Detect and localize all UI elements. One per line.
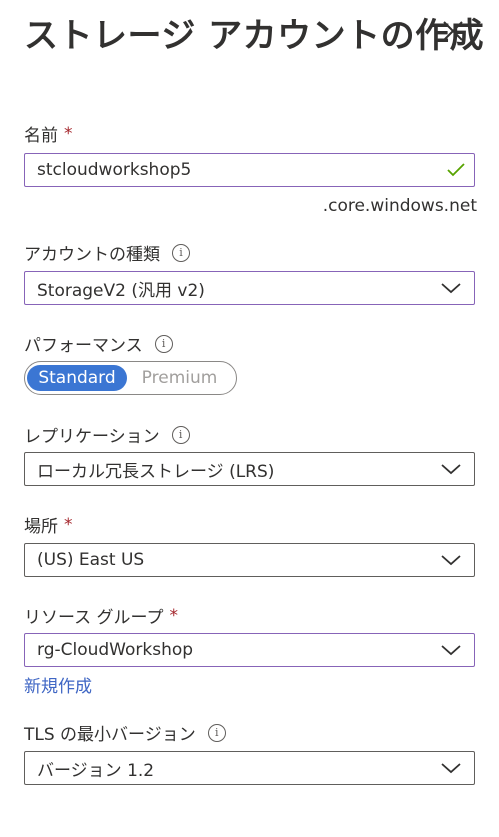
tls-label-text: TLS の最小バージョン	[24, 725, 196, 745]
performance-label-text: パフォーマンス	[24, 336, 143, 356]
page-title: ストレージ アカウントの作成	[24, 16, 485, 56]
info-icon[interactable]: i	[172, 243, 190, 262]
info-icon[interactable]: i	[171, 425, 190, 444]
location-label: 場所 *	[24, 512, 73, 538]
replication-dropdown[interactable]: ローカル冗長ストレージ (LRS)	[24, 452, 475, 486]
name-label: 名前 *	[24, 121, 73, 147]
chevron-down-icon	[441, 645, 461, 656]
info-icon[interactable]: i	[207, 723, 226, 742]
required-mark: *	[64, 514, 73, 535]
resource-group-value: rg-CloudWorkshop	[37, 640, 194, 660]
name-input-value[interactable]: stcloudworkshop5	[37, 160, 446, 180]
required-mark: *	[169, 605, 179, 626]
chevron-down-icon	[441, 763, 461, 774]
tls-version-dropdown[interactable]: バージョン 1.2	[24, 751, 475, 785]
location-value: (US) East US	[37, 550, 145, 570]
account-kind-value: StorageV2 (汎用 v2)	[37, 280, 205, 301]
resource-group-label: リソース グループ *	[24, 603, 179, 629]
performance-label: パフォーマンス i	[24, 331, 173, 356]
tls-version-value: バージョン 1.2	[37, 760, 155, 781]
close-icon	[443, 21, 463, 41]
chevron-down-icon	[441, 283, 461, 294]
required-mark: *	[64, 123, 73, 144]
account-kind-label: アカウントの種類 i	[24, 240, 190, 265]
resource-group-dropdown[interactable]: rg-CloudWorkshop	[24, 633, 475, 667]
name-input[interactable]: stcloudworkshop5	[24, 153, 475, 187]
check-icon	[447, 163, 465, 177]
performance-option-standard[interactable]: Standard	[27, 365, 127, 391]
location-dropdown[interactable]: (US) East US	[24, 543, 475, 577]
name-label-text: 名前	[24, 126, 58, 146]
resource-group-label-text: リソース グループ	[24, 608, 164, 628]
create-new-resource-group-link[interactable]: 新規作成	[24, 672, 92, 697]
account-kind-dropdown[interactable]: StorageV2 (汎用 v2)	[24, 271, 475, 305]
replication-value: ローカル冗長ストレージ (LRS)	[37, 461, 275, 482]
performance-option-premium[interactable]: Premium	[127, 365, 232, 391]
domain-suffix: .core.windows.net	[322, 196, 477, 216]
account-kind-label-text: アカウントの種類	[24, 245, 160, 265]
location-label-text: 場所	[24, 517, 58, 537]
replication-label-text: レプリケーション	[24, 427, 160, 447]
info-icon[interactable]: i	[154, 334, 173, 353]
chevron-down-icon	[441, 464, 461, 475]
close-button[interactable]	[440, 18, 466, 44]
replication-label: レプリケーション i	[24, 422, 190, 447]
tls-label: TLS の最小バージョン i	[24, 720, 226, 745]
chevron-down-icon	[441, 555, 461, 566]
performance-toggle[interactable]: Standard Premium	[24, 361, 237, 395]
